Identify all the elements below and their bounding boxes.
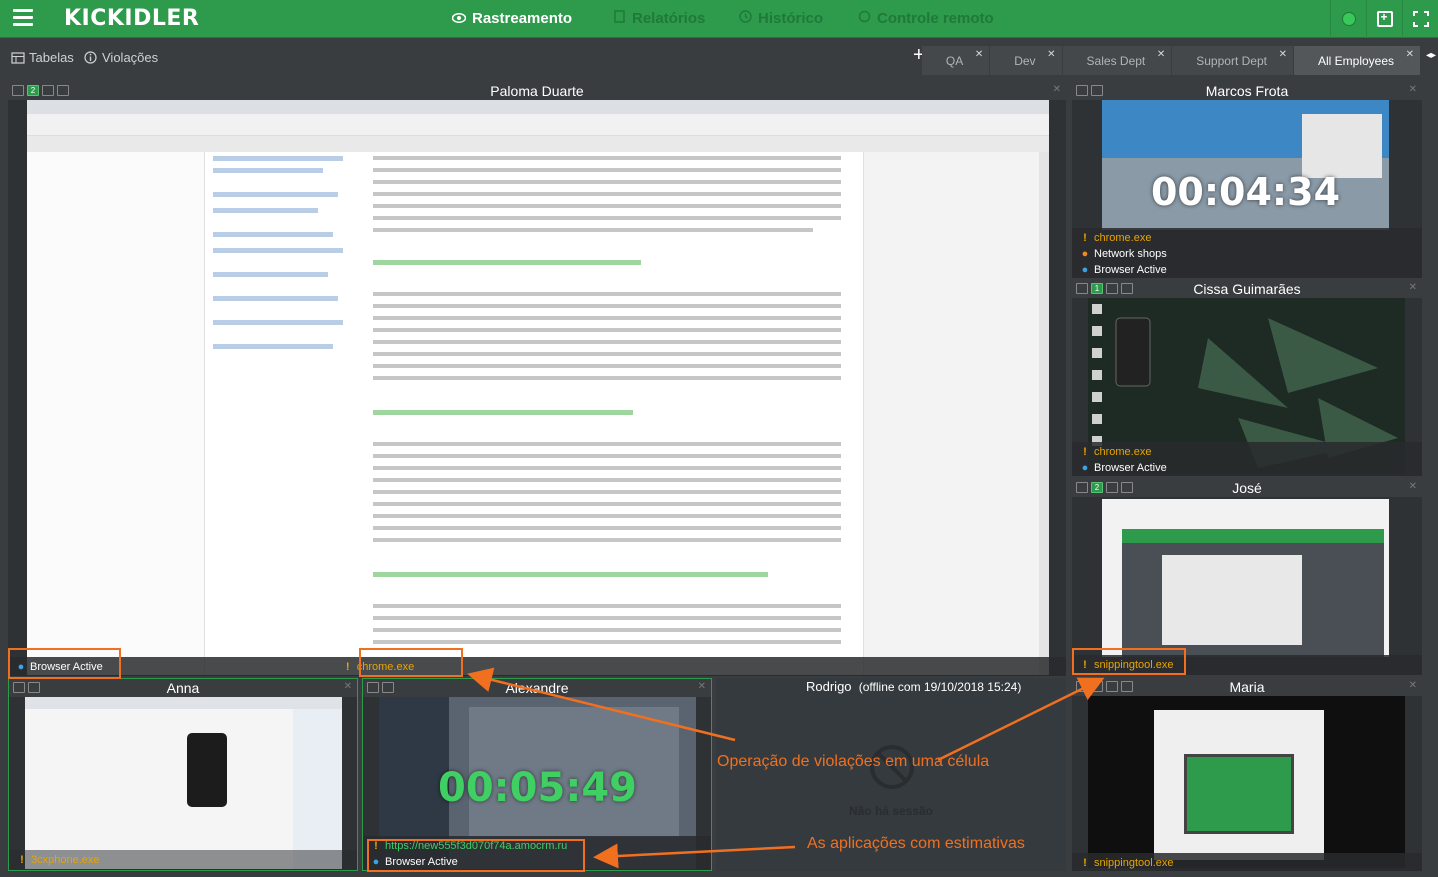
annotation-apps: As aplicações com estimativas bbox=[807, 835, 1025, 852]
annotation-violations: Operação de violações em uma célula bbox=[717, 753, 990, 770]
annotation-arrows bbox=[467, 667, 1105, 869]
